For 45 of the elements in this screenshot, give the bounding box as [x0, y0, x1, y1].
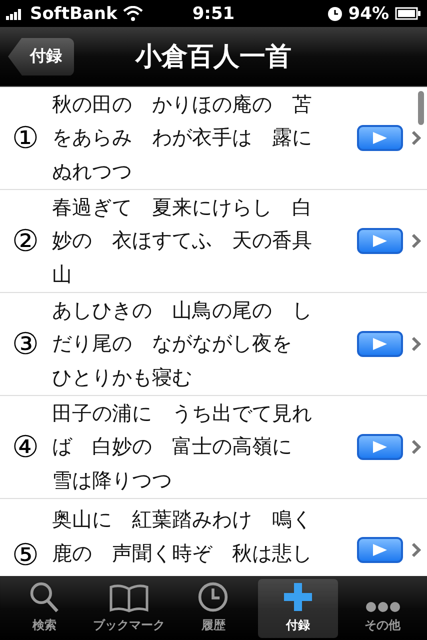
search-icon — [28, 581, 60, 613]
battery-percent: 94% — [348, 4, 389, 24]
play-icon — [372, 544, 388, 556]
signal-icon — [6, 8, 24, 20]
poem-number: ⑤ — [12, 537, 40, 573]
poem-number: ③ — [12, 326, 40, 362]
chevron-icon — [411, 542, 421, 558]
play-icon — [372, 235, 388, 247]
play-button[interactable] — [357, 331, 403, 357]
clock-time: 9:51 — [192, 4, 235, 24]
scrollbar — [418, 91, 424, 125]
poem-text: 春過ぎて 夏来にけらし 白 妙の 衣ほすてふ 天の香具 山 — [52, 196, 313, 288]
play-button[interactable] — [357, 125, 403, 151]
poem-number: ② — [12, 223, 40, 259]
book-icon — [108, 583, 149, 613]
clock-icon — [196, 581, 230, 613]
tab-item[interactable]: 履歴 — [173, 579, 254, 638]
chevron-icon — [411, 130, 421, 146]
poem-text: 奥山に 紅葉踏みわけ 鳴く 鹿の 声聞く時ぞ 秋は悲し — [52, 508, 313, 566]
poem-text: 田子の浦に うち出でて見れ ば 白妙の 富士の高嶺に 雪は降りつつ — [52, 402, 313, 494]
wifi-icon — [123, 6, 144, 21]
battery-icon — [395, 7, 421, 20]
chevron-icon — [411, 233, 421, 249]
more-icon — [364, 601, 401, 613]
play-button[interactable] — [357, 228, 403, 254]
tab-item[interactable]: 検索 — [4, 579, 85, 638]
tab-item[interactable]: その他 — [342, 579, 423, 638]
play-icon — [372, 132, 388, 144]
alarm-icon — [328, 6, 342, 20]
play-button[interactable] — [357, 434, 403, 460]
play-icon — [372, 338, 388, 350]
play-icon — [372, 441, 388, 453]
tab-item[interactable]: 付録 — [258, 579, 338, 638]
carrier-name: SoftBank — [30, 4, 118, 24]
play-button[interactable] — [357, 537, 403, 563]
back-button[interactable]: 付録 — [8, 38, 74, 76]
screen-title: 小倉百人一首 — [136, 42, 292, 72]
poem-text: あしひきの 山鳥の尾の し だり尾の ながながし夜を ひとりかも寝む — [52, 298, 313, 391]
chevron-icon — [411, 336, 421, 352]
plus-icon — [282, 581, 314, 613]
poem-number: ④ — [12, 429, 40, 465]
chevron-icon — [411, 439, 421, 455]
poem-number: ① — [12, 120, 40, 156]
tab-item[interactable]: ブックマーク — [88, 579, 170, 638]
poem-text: 秋の田の かりほの庵の 苫 をあらみ わが衣手は 露に ぬれつつ — [52, 92, 313, 185]
